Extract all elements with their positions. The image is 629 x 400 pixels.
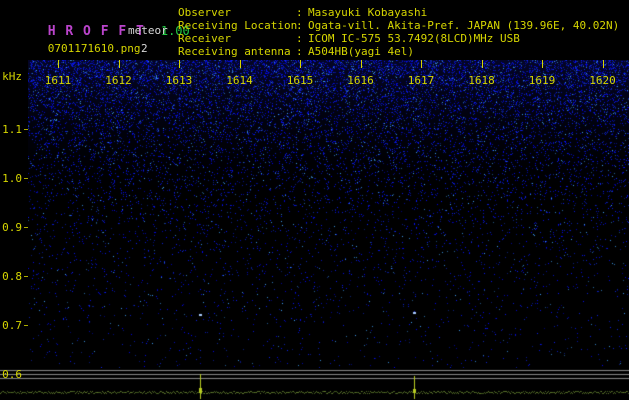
freq-tick bbox=[24, 325, 28, 326]
title-row: H R O F F T 1.00 bbox=[8, 4, 176, 22]
info-label: Receiving Location bbox=[178, 19, 296, 32]
time-label: 1615 bbox=[287, 74, 314, 87]
mode-label: meteor bbox=[128, 22, 168, 40]
info-label: Receiver bbox=[178, 32, 296, 45]
time-tick bbox=[240, 60, 241, 68]
freq-label: 1.0 bbox=[0, 172, 22, 185]
hrofft-screen: H R O F F T1.00 0701171610.png meteor 07… bbox=[0, 0, 629, 400]
time-tick bbox=[300, 60, 301, 68]
time-row: 07.01.17 16:10 2 bbox=[8, 40, 176, 58]
spectrogram-canvas bbox=[28, 60, 629, 368]
time-label: 1616 bbox=[347, 74, 374, 87]
freq-label: 0.9 bbox=[0, 221, 22, 234]
info-value: A504HB(yagi 4el) bbox=[308, 45, 414, 58]
info-colon: : bbox=[296, 6, 308, 19]
header-left: H R O F F T1.00 0701171610.png meteor 07… bbox=[8, 4, 176, 58]
freq-unit-label: kHz bbox=[0, 70, 22, 83]
info-row-antenna: Receiving antenna: A504HB(yagi 4el) bbox=[178, 45, 619, 58]
info-row-location: Receiving Location: Ogata-vill. Akita-Pre… bbox=[178, 19, 619, 32]
file-row: 0701171610.png meteor bbox=[8, 22, 176, 40]
time-tick bbox=[119, 60, 120, 68]
freq-tick bbox=[24, 227, 28, 228]
time-tick bbox=[603, 60, 604, 68]
info-value: ICOM IC-575 53.7492(8LCD)MHz USB bbox=[308, 32, 520, 45]
time-label: 1618 bbox=[468, 74, 495, 87]
station-info: Observer: Masayuki Kobayashi Receiving Lo… bbox=[178, 6, 619, 58]
info-label: Observer bbox=[178, 6, 296, 19]
info-value: Ogata-vill. Akita-Pref. JAPAN (139.96E, … bbox=[308, 19, 619, 32]
time-tick bbox=[361, 60, 362, 68]
info-colon: : bbox=[296, 32, 308, 45]
freq-tick bbox=[24, 178, 28, 179]
time-label: 1612 bbox=[105, 74, 132, 87]
time-tick bbox=[482, 60, 483, 68]
time-label: 1611 bbox=[45, 74, 72, 87]
info-colon: : bbox=[296, 19, 308, 32]
time-label: 1620 bbox=[589, 74, 616, 87]
time-tick bbox=[421, 60, 422, 68]
freq-label: 1.1 bbox=[0, 123, 22, 136]
freq-label: 0.8 bbox=[0, 270, 22, 283]
time-label: 1617 bbox=[408, 74, 435, 87]
freq-tick bbox=[24, 276, 28, 277]
echo-count: 2 bbox=[141, 40, 148, 58]
time-label: 1619 bbox=[529, 74, 556, 87]
time-tick bbox=[542, 60, 543, 68]
freq-label: 0.6 bbox=[0, 368, 22, 381]
signal-strip-canvas bbox=[0, 368, 629, 400]
freq-label: 0.7 bbox=[0, 319, 22, 332]
time-tick bbox=[58, 60, 59, 68]
info-value: Masayuki Kobayashi bbox=[308, 6, 427, 19]
info-row-receiver: Receiver: ICOM IC-575 53.7492(8LCD)MHz US… bbox=[178, 32, 619, 45]
info-label: Receiving antenna bbox=[178, 45, 296, 58]
info-row-observer: Observer: Masayuki Kobayashi bbox=[178, 6, 619, 19]
freq-tick bbox=[24, 129, 28, 130]
info-colon: : bbox=[296, 45, 308, 58]
time-label: 1614 bbox=[226, 74, 253, 87]
time-tick bbox=[179, 60, 180, 68]
time-label: 1613 bbox=[166, 74, 193, 87]
